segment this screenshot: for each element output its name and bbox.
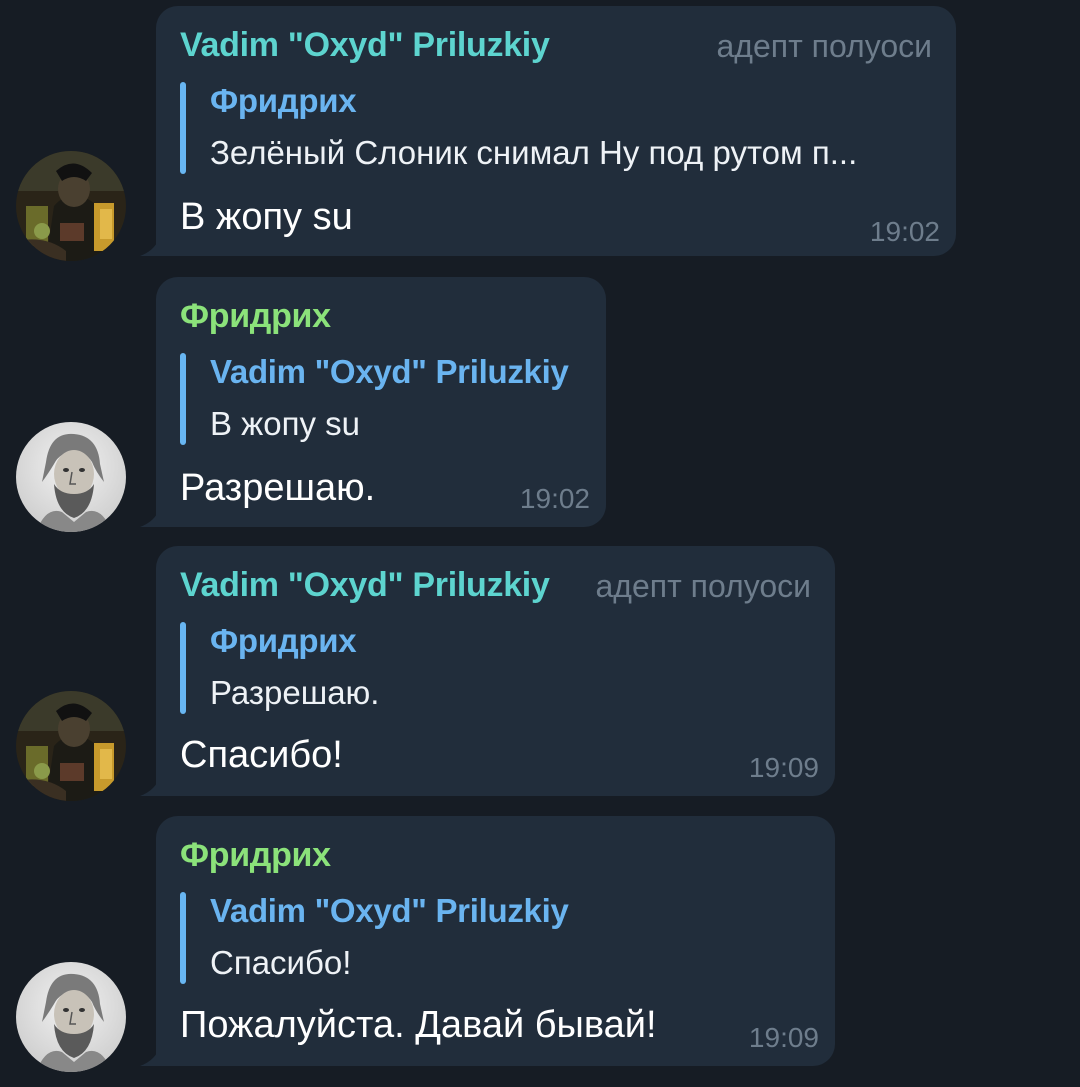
message-time: 19:09 (748, 1022, 819, 1053)
message-time: 19:09 (748, 752, 819, 783)
message-time: 19:02 (869, 216, 940, 247)
reply-sender-name: Фридрих (210, 622, 357, 659)
reply-text: Спасибо! (210, 944, 352, 981)
avatar-bearded-portrait-icon[interactable] (16, 422, 126, 532)
message-text: В жопу su (180, 196, 353, 238)
sender-name[interactable]: Vadim "Oxyd" Priluzkiy (180, 26, 550, 65)
reply-bar (180, 622, 186, 714)
reply-text: В жопу su (210, 405, 360, 442)
reply-text: Разрешаю. (210, 674, 380, 711)
message-bubble[interactable]: Vadim "Oxyd" Priluzkiy адепт полуоси Фри… (156, 6, 956, 256)
sender-badge: адепт полуоси (595, 568, 811, 604)
reply-sender-name: Vadim "Oxyd" Priluzkiy (210, 892, 569, 929)
message-time: 19:02 (519, 483, 590, 514)
reply-quote[interactable]: Фридрих Разрешаю. (180, 622, 811, 714)
reply-sender-name: Фридрих (210, 82, 357, 119)
reply-bar (180, 892, 186, 984)
reply-quote[interactable]: Vadim "Oxyd" Priluzkiy В жопу su (180, 353, 582, 445)
reply-sender-name: Vadim "Oxyd" Priluzkiy (210, 353, 569, 390)
reply-quote[interactable]: Фридрих Зелёный Слоник снимал Ну под рут… (180, 82, 932, 174)
message-text: Пожалуйста. Давай бывай! (180, 1004, 657, 1046)
message-text: Спасибо! (180, 734, 343, 776)
sender-name[interactable]: Фридрих (180, 297, 331, 336)
avatar-dark-figure-icon[interactable] (16, 691, 126, 801)
sender-badge: адепт полуоси (716, 28, 932, 64)
reply-bar (180, 82, 186, 174)
message-bubble[interactable]: Фридрих Vadim "Oxyd" Priluzkiy Спасибо! … (156, 816, 835, 1066)
reply-quote[interactable]: Vadim "Oxyd" Priluzkiy Спасибо! (180, 892, 811, 984)
sender-name[interactable]: Vadim "Oxyd" Priluzkiy (180, 566, 550, 605)
message-text: Разрешаю. (180, 467, 376, 509)
message-bubble[interactable]: Фридрих Vadim "Oxyd" Priluzkiy В жопу su… (156, 277, 606, 527)
message-bubble[interactable]: Vadim "Oxyd" Priluzkiy адепт полуоси Фри… (156, 546, 835, 796)
sender-name[interactable]: Фридрих (180, 836, 331, 875)
reply-text: Зелёный Слоник снимал Ну под рутом п... (210, 134, 858, 171)
avatar-dark-figure-icon[interactable] (16, 151, 126, 261)
avatar-bearded-portrait-icon[interactable] (16, 962, 126, 1072)
reply-bar (180, 353, 186, 445)
